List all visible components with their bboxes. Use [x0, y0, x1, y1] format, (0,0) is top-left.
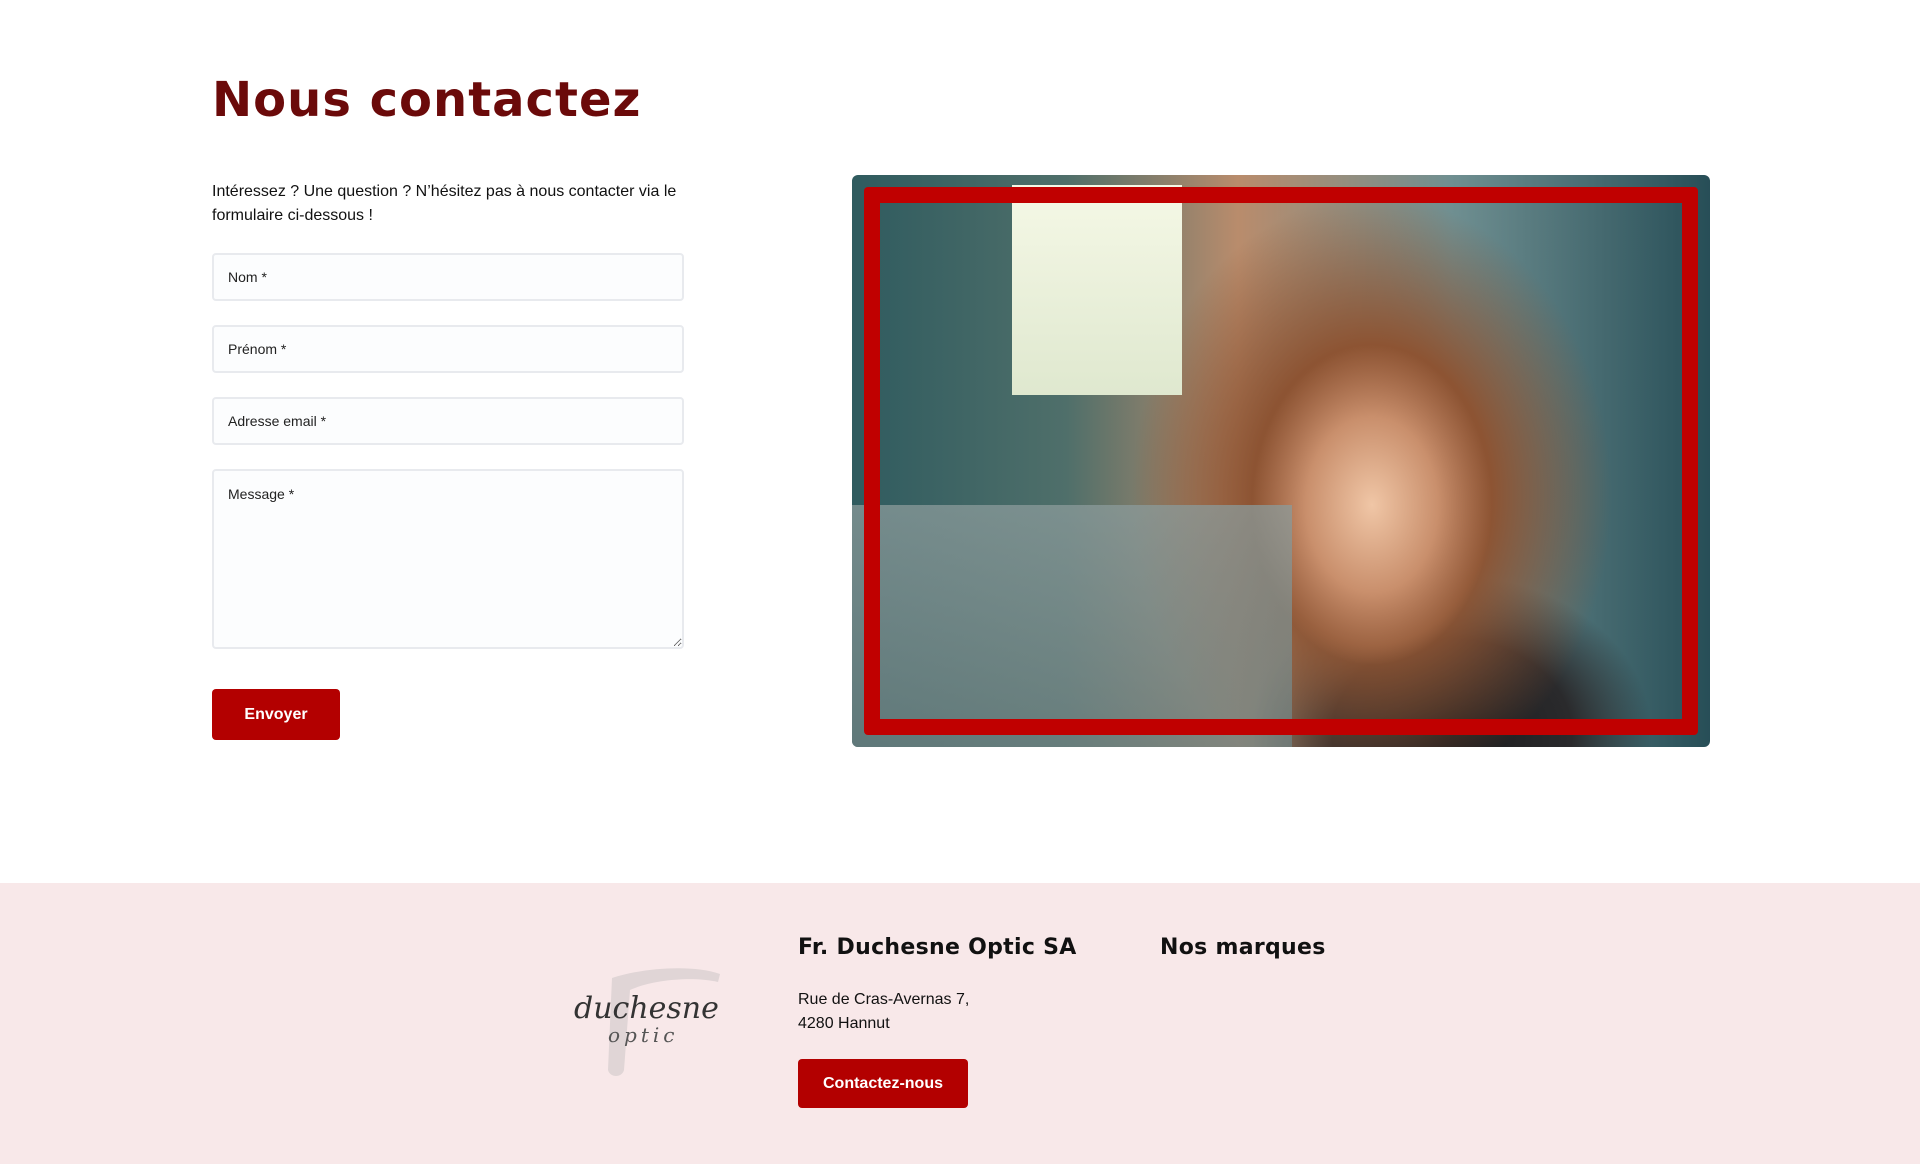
- hero-photo-woman-glasses: [852, 175, 1710, 747]
- page-title: Nous contactez: [212, 72, 642, 128]
- address-street: Rue de Cras-Avernas 7,: [798, 991, 970, 1008]
- logo-text-optic: optic: [608, 1023, 678, 1047]
- message-textarea[interactable]: [212, 469, 684, 649]
- contact-us-button[interactable]: Contactez-nous: [798, 1059, 968, 1108]
- logo-text-duchesne: duchesne: [574, 991, 719, 1026]
- contact-intro-text: Intéressez ? Une question ? N’hésitez pa…: [212, 183, 677, 224]
- footer-address: Rue de Cras-Avernas 7, 4280 Hannut: [798, 988, 969, 1036]
- email-input[interactable]: [212, 397, 684, 445]
- send-button[interactable]: Envoyer: [212, 689, 340, 740]
- prenom-input[interactable]: [212, 325, 684, 373]
- duchesne-optic-logo: duchesne optic: [574, 968, 720, 1076]
- nom-input[interactable]: [212, 253, 684, 301]
- address-city: 4280 Hannut: [798, 1015, 890, 1032]
- footer-brands-title: Nos marques: [1160, 935, 1326, 960]
- hero-photo-red-frame: [864, 187, 1698, 735]
- footer-company-title: Fr. Duchesne Optic SA: [798, 935, 1077, 960]
